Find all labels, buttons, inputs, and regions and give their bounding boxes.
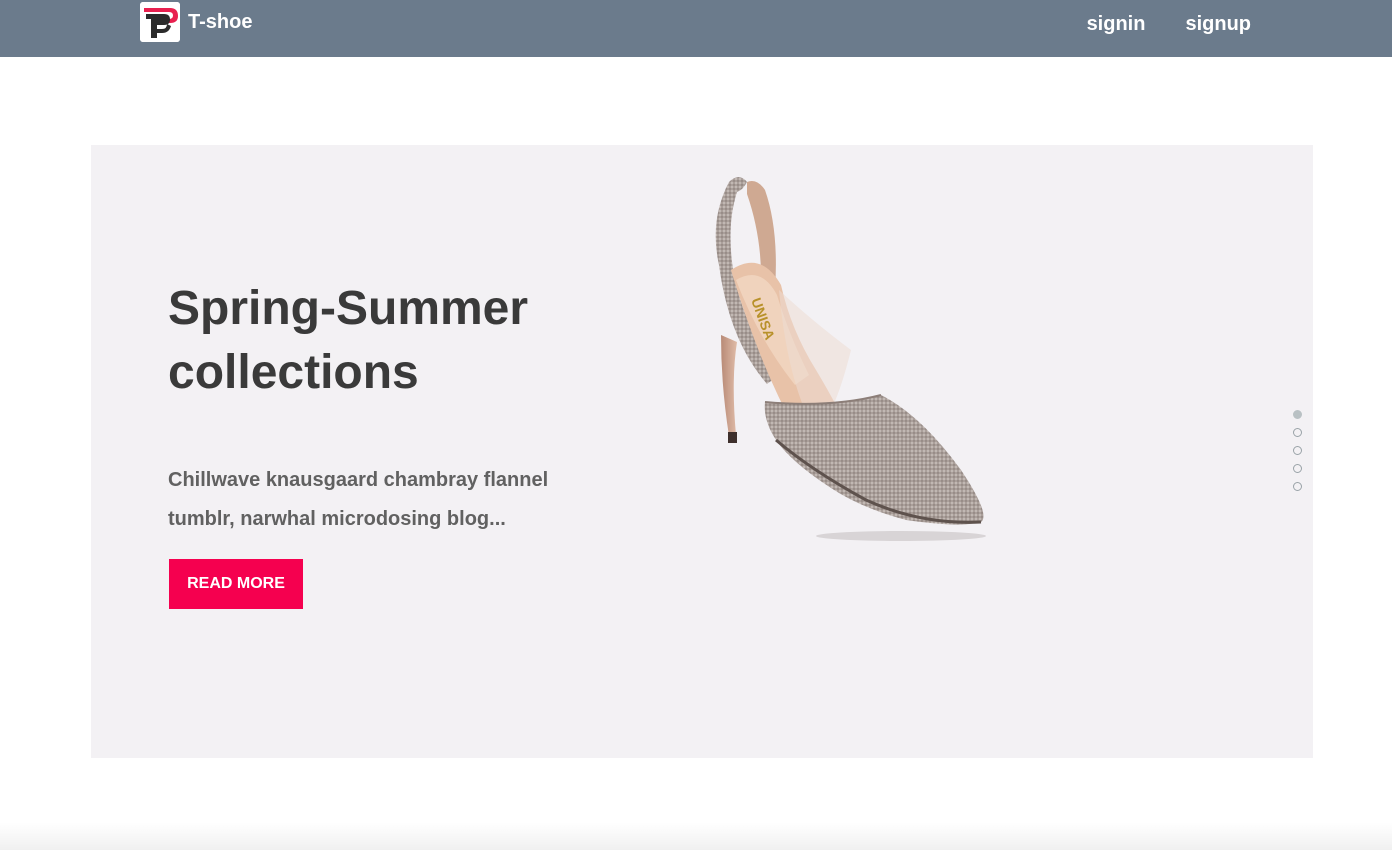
carousel-dots [1293,410,1303,500]
hero-description: Chillwave knausgaard chambray flannel tu… [168,469,549,530]
signup-link[interactable]: signup [1185,13,1251,36]
top-navbar: T-shoe signin signup [0,0,1392,57]
carousel-dot-3[interactable] [1293,446,1302,455]
carousel-dot-1[interactable] [1293,410,1302,419]
brand-link[interactable]: T-shoe [140,2,252,42]
carousel-dot-2[interactable] [1293,428,1302,437]
read-more-button[interactable]: READ MORE [169,559,303,609]
signin-link[interactable]: signin [1087,13,1146,36]
carousel-dot-4[interactable] [1293,464,1302,473]
hero-title: Spring-Summer collections [168,282,529,399]
carousel-dot-5[interactable] [1293,482,1302,491]
tshoe-logo-icon [140,2,180,42]
nav-links: signin signup [1047,0,1251,48]
brand-name: T-shoe [188,11,253,33]
hero-carousel: Spring-Summer collections Chillwave knau… [91,145,1313,758]
section-divider-shadow [0,822,1392,850]
high-heel-shoe-image: UNISA [691,170,1001,545]
